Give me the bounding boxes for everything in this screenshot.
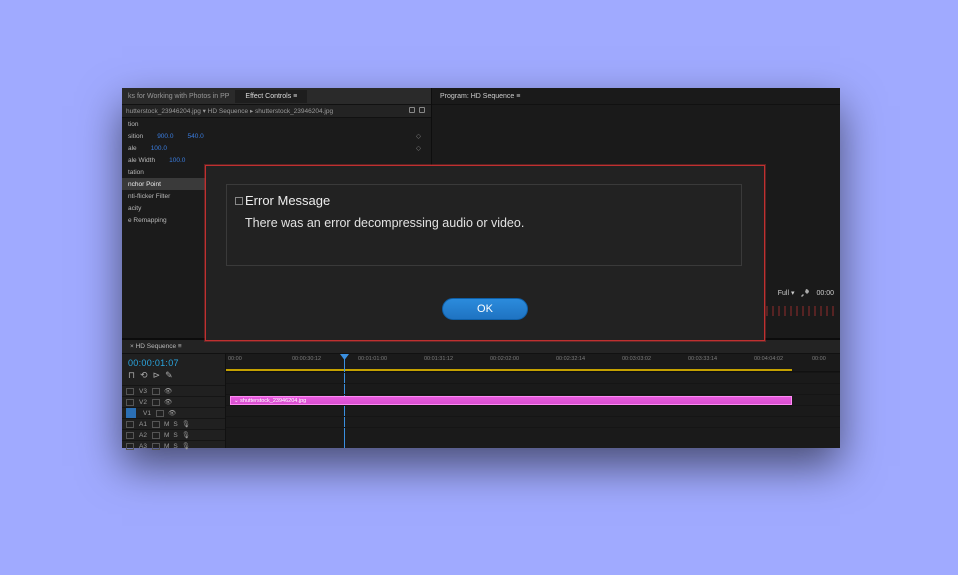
work-area-bar[interactable] [226, 369, 792, 371]
wrench-icon[interactable]: ✎ [165, 370, 173, 381]
track-a1[interactable] [226, 405, 840, 416]
source-bar: hutterstock_23946204.jpg ▾ HD Sequence ▸… [122, 105, 431, 118]
source-bar-label: hutterstock_23946204.jpg ▾ HD Sequence ▸… [126, 108, 333, 115]
tab-effect-controls[interactable]: Effect Controls ≡ [235, 90, 307, 103]
error-dialog: Error Message There was an error decompr… [205, 165, 765, 341]
dialog-title: Error Message [245, 193, 729, 208]
track-head-a3[interactable]: A3MS🎙 [122, 440, 225, 451]
track-head-v1[interactable]: V1👁 [122, 407, 225, 418]
panel-tab-row: ks for Working with Photos in PP Effect … [122, 88, 431, 105]
track-head-a1[interactable]: A1MS🎙 [122, 418, 225, 429]
track-a2[interactable] [226, 416, 840, 427]
timeline-tracks[interactable]: 00:00 00:00:30:12 00:01:01:00 00:01:31:1… [226, 354, 840, 448]
timeline-tab[interactable]: × HD Sequence ≡ [122, 340, 840, 354]
wrench-icon[interactable] [800, 288, 810, 298]
timeline-panel: × HD Sequence ≡ 00:00:01:07 ⊓ ⟲ ⊳ ✎ V3👁 … [122, 338, 840, 448]
marker-tool-icon[interactable]: ⊳ [153, 370, 161, 381]
track-head-v2[interactable]: V2👁 [122, 396, 225, 407]
dialog-message: There was an error decompressing audio o… [245, 216, 729, 230]
program-tab[interactable]: Program: HD Sequence ≡ [432, 88, 840, 105]
snap-icon[interactable]: ⊓ [128, 370, 135, 381]
fit-dropdown[interactable]: Full ▾ [778, 289, 795, 297]
link-icon[interactable]: ⟲ [140, 370, 148, 381]
program-timecode: 00:00 [816, 290, 834, 297]
timeline-header: 00:00:01:07 ⊓ ⟲ ⊳ ✎ V3👁 V2👁 V1👁 A1MS🎙 A2… [122, 354, 226, 448]
program-controls: Full ▾ 00:00 [778, 288, 834, 298]
video-clip[interactable]: ⌄ shutterstock_23946204.jpg [230, 396, 792, 405]
tab-photos[interactable]: ks for Working with Photos in PP [122, 93, 235, 100]
prop-row[interactable]: sition900.0540.0◇ [122, 130, 431, 142]
time-ruler[interactable]: 00:00 00:00:30:12 00:01:01:00 00:01:31:1… [226, 354, 840, 372]
ok-button[interactable]: OK [442, 298, 528, 320]
timeline-timecode[interactable]: 00:00:01:07 [122, 354, 225, 370]
track-v2[interactable] [226, 383, 840, 394]
prop-row[interactable]: ale100.0◇ [122, 142, 431, 154]
track-a3[interactable] [226, 427, 840, 438]
track-v1[interactable]: ⌄ shutterstock_23946204.jpg [226, 394, 840, 405]
timeline-tools: ⊓ ⟲ ⊳ ✎ [122, 370, 225, 385]
track-v3[interactable] [226, 372, 840, 383]
track-head-v3[interactable]: V3👁 [122, 385, 225, 396]
keyframe-nav-icons[interactable] [409, 107, 425, 113]
prop-row[interactable]: tion [122, 118, 431, 130]
error-checkbox-icon[interactable] [235, 197, 243, 205]
track-head-a2[interactable]: A2MS🎙 [122, 429, 225, 440]
